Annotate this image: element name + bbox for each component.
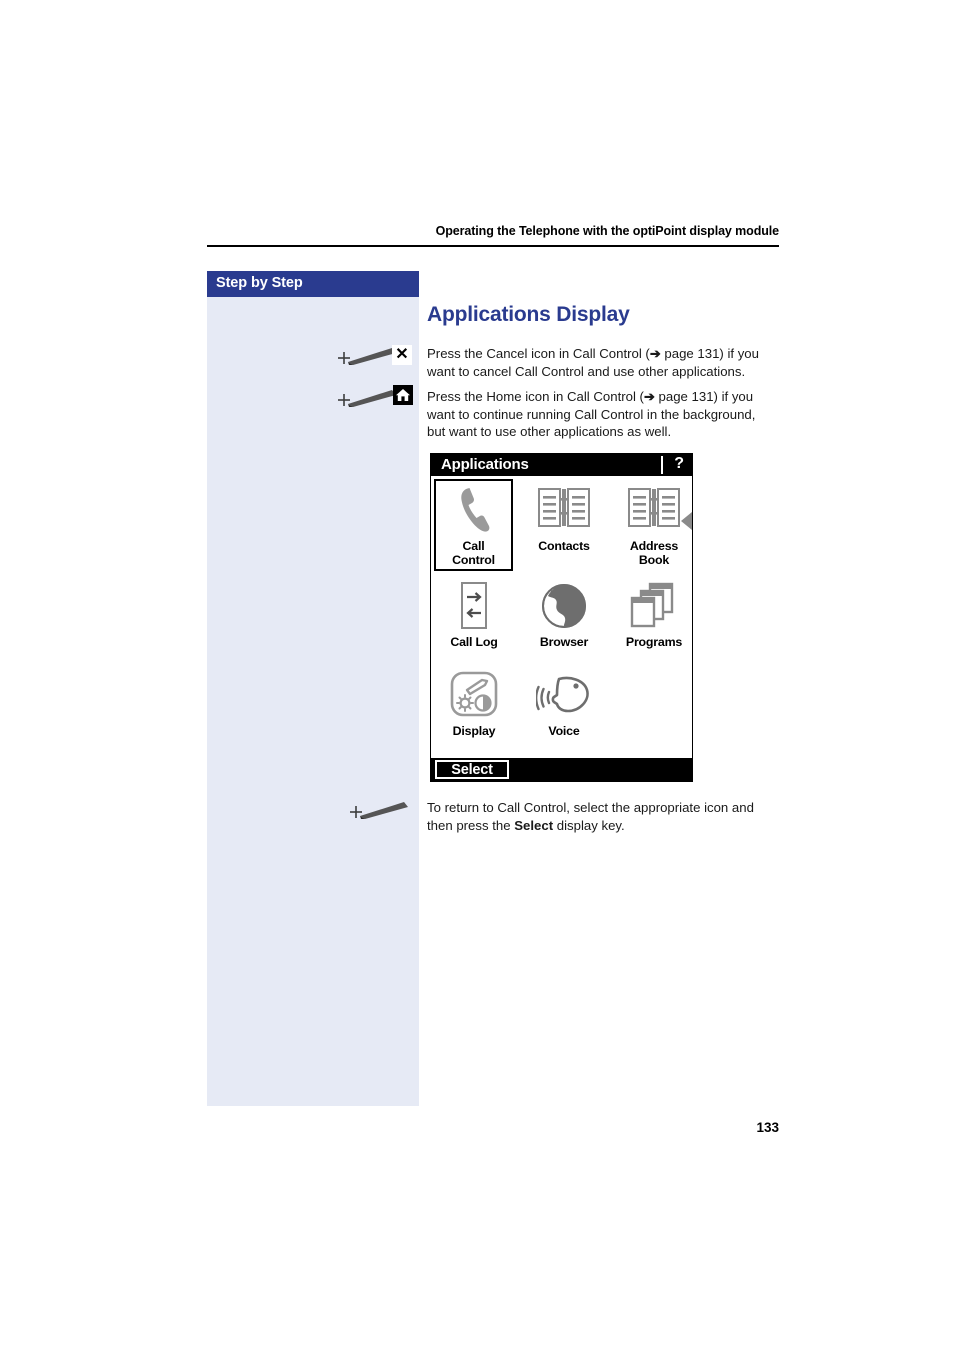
app-label-contacts: Contacts [538,539,590,553]
applications-grid: Call Control Contacts Address Book Call … [431,476,692,758]
instruction-cancel: Press the Cancel icon in Call Control (➔… [427,345,777,380]
app-icon-voice[interactable]: Voice [525,666,603,738]
closing-note: To return to Call Control, select the ap… [427,799,777,834]
open-book-icon [525,481,603,539]
instruction-home: Press the Home icon in Call Control (➔ p… [427,388,777,441]
app-icon-display[interactable]: Display [435,666,513,738]
display-title: Applications [441,456,529,473]
open-book-icon [615,481,693,539]
handset-icon [436,481,511,539]
cancel-x-icon: ✕ [392,345,412,365]
app-label-browser: Browser [539,635,589,649]
app-icon-programs[interactable]: Programs [615,577,693,649]
app-label-call-control-line1: Call [462,539,485,553]
stacked-windows-icon [615,577,693,635]
app-label-address-book-line1: Address [629,539,679,553]
app-icon-call-log[interactable]: Call Log [435,577,513,649]
arrow-right-icon: ➔ [649,346,661,361]
running-header: Operating the Telephone with the optiPoi… [435,224,779,238]
closing-note-text-after: display key. [553,817,625,833]
app-label-call-log: Call Log [450,635,498,649]
stylus-pointer-icon [348,798,416,824]
page-number: 133 [756,1120,779,1135]
page-title: Applications Display [427,303,630,326]
app-label-display: Display [452,724,496,738]
instruction-home-text-before: Press the Home icon in Call Control ( [427,389,644,404]
display-softkey-bar: Select [431,758,692,781]
display-settings-icon [435,666,513,724]
app-icon-call-control[interactable]: Call Control [434,479,513,571]
display-titlebar: Applications ? [431,454,692,476]
app-icon-contacts[interactable]: Contacts [525,481,603,553]
speaking-head-icon [525,666,603,724]
app-label-voice: Voice [548,724,580,738]
sidebar-header: Step by Step [207,271,419,297]
closing-note-bold-word: Select [514,817,554,833]
scroll-left-indicator-icon[interactable] [681,512,692,530]
optipoint-display-module: Applications ? Call Control Contacts Add… [430,453,693,782]
sidebar-header-label: Step by Step [216,275,303,291]
globe-icon [525,577,603,635]
titlebar-divider [661,456,663,474]
instruction-cancel-text-before: Press the Cancel icon in Call Control ( [427,346,650,361]
app-icon-browser[interactable]: Browser [525,577,603,649]
app-label-call-control-line2: Control [452,553,495,567]
home-icon [393,385,413,405]
arrow-right-icon: ➔ [643,389,655,404]
help-icon[interactable]: ? [674,455,684,473]
header-rule [207,245,779,247]
app-label-address-book-line2: Book [638,553,670,567]
arrows-in-out-icon [435,577,513,635]
app-label-programs: Programs [625,635,683,649]
softkey-select-button[interactable]: Select [435,760,509,779]
